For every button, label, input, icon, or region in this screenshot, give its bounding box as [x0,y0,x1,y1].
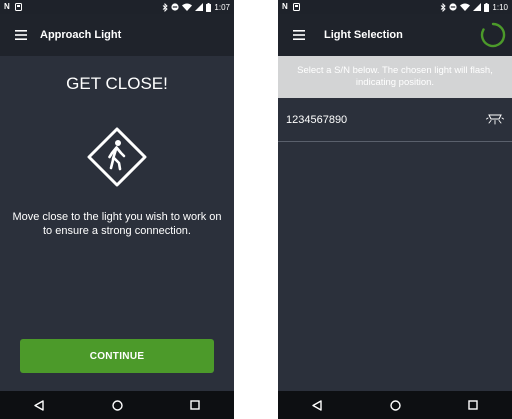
status-time: 1:10 [492,2,508,12]
hamburger-menu-icon[interactable] [284,20,314,50]
main-content: Select a S/N below. The chosen light wil… [278,56,512,391]
home-icon[interactable] [103,394,131,416]
n-icon: N [282,2,288,11]
app-title: Light Selection [324,29,403,41]
light-list-item[interactable]: 1234567890 [278,98,512,142]
bluetooth-icon [163,2,169,12]
navigation-bar [278,391,512,419]
ceiling-light-icon [486,114,504,125]
info-banner: Select a S/N below. The chosen light wil… [278,56,512,98]
recents-icon[interactable] [459,394,487,416]
wifi-icon [460,3,471,11]
hamburger-menu-icon[interactable] [6,20,36,50]
recents-icon[interactable] [181,394,209,416]
notification-icon [292,3,300,11]
signal-icon [473,3,482,11]
app-bar: Approach Light [0,14,234,56]
bluetooth-icon [441,2,447,12]
status-time: 1:07 [214,2,230,12]
status-bar: N 1:10 [278,0,512,14]
wifi-icon [182,3,193,11]
minus-circle-icon [449,3,458,11]
signal-icon [195,3,204,11]
instructions-text: Move close to the light you wish to work… [12,211,222,237]
loading-spinner-icon [480,22,506,48]
serial-number: 1234567890 [286,113,348,126]
app-title: Approach Light [40,29,122,41]
notification-icon [14,3,22,11]
headline: GET CLOSE! [66,74,168,93]
pedestrian-crossing-sign-icon [87,127,147,187]
battery-icon [206,2,212,12]
n-icon: N [4,2,10,11]
status-bar: N 1:07 [0,0,234,14]
battery-icon [484,2,490,12]
back-icon[interactable] [25,394,53,416]
light-selection-screen: N 1:10 Light Selection Select a S/N belo… [278,0,512,419]
home-icon[interactable] [381,394,409,416]
approach-light-screen: N 1:07 Approach Light GET CLOSE! Move cl… [0,0,234,419]
back-icon[interactable] [303,394,331,416]
minus-circle-icon [171,3,180,11]
continue-button[interactable]: CONTINUE [20,339,214,373]
main-content: GET CLOSE! Move close to the light you w… [0,56,234,391]
app-bar: Light Selection [278,14,512,56]
navigation-bar [0,391,234,419]
